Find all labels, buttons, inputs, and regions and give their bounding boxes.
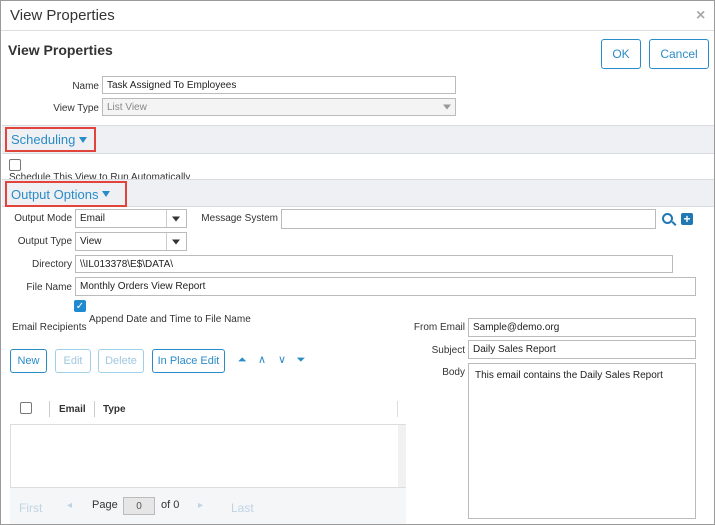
pager-page-input[interactable]: 0 (123, 497, 155, 515)
message-system-field[interactable] (281, 209, 656, 229)
body-textarea[interactable]: This email contains the Daily Sales Repo… (468, 363, 696, 519)
chevron-down-icon (172, 239, 180, 244)
output-options-section-toggle[interactable]: Output Options (5, 181, 127, 207)
schedule-checkbox[interactable] (9, 159, 21, 171)
body-label: Body (442, 367, 465, 378)
file-name-field[interactable]: Monthly Orders View Report (75, 277, 696, 296)
column-header-type[interactable]: Type (103, 404, 126, 415)
delete-button: Delete (98, 349, 144, 373)
plus-icon[interactable]: + (681, 213, 693, 225)
from-email-field[interactable]: Sample@demo.org (468, 318, 696, 337)
pager-page-label: Page (92, 499, 118, 511)
column-header-email[interactable]: Email (59, 404, 86, 415)
pager-of-label: of 0 (161, 499, 180, 511)
in-place-edit-button[interactable]: In Place Edit (152, 349, 225, 373)
name-label: Name (72, 81, 99, 92)
caret-down-icon (102, 191, 111, 197)
view-type-value: List View (107, 101, 147, 113)
output-type-label: Output Type (17, 236, 72, 247)
email-recipients-label: Email Recipients (12, 322, 87, 333)
output-mode-value: Email (80, 213, 106, 224)
directory-field[interactable]: \\IL013378\E$\DATA\ (75, 255, 673, 273)
grid-scrollbar[interactable] (398, 425, 406, 487)
move-up-icon[interactable]: ∧ (255, 353, 269, 366)
edit-button: Edit (55, 349, 91, 373)
output-type-select[interactable]: View (75, 232, 187, 251)
move-top-icon[interactable]: ⏶ (235, 354, 249, 367)
pager-next-icon: ▸ (198, 500, 204, 511)
name-field[interactable]: Task Assigned To Employees (102, 76, 456, 94)
new-button[interactable]: New (10, 349, 47, 373)
output-type-value: View (80, 236, 102, 247)
scheduling-title: Scheduling (11, 132, 76, 147)
select-all-checkbox[interactable] (20, 402, 32, 414)
view-type-select: List View (102, 98, 456, 116)
window-title: View Properties (10, 7, 115, 24)
pager-last: Last (231, 501, 254, 515)
page-title: View Properties (8, 42, 113, 58)
view-type-label: View Type (53, 103, 99, 114)
output-mode-label: Output Mode (14, 213, 72, 224)
search-icon[interactable] (661, 212, 677, 228)
output-mode-select[interactable]: Email (75, 209, 187, 228)
pager-first: First (19, 501, 43, 515)
subject-field[interactable]: Daily Sales Report (468, 340, 696, 359)
caret-down-icon (79, 136, 88, 143)
close-icon[interactable]: × (696, 7, 705, 25)
scheduling-section-toggle[interactable]: Scheduling (5, 127, 96, 152)
schedule-checkbox-label: Schedule This View to Run Automatically (9, 172, 191, 179)
from-email-label: From Email (413, 322, 465, 333)
chevron-down-icon (443, 104, 451, 110)
dialog-window: View Properties × View Properties OK Can… (0, 0, 715, 525)
file-name-label: File Name (26, 282, 72, 293)
subject-label: Subject (431, 345, 465, 356)
pager-prev-icon: ◂ (67, 500, 73, 511)
append-datetime-label: Append Date and Time to File Name (89, 314, 251, 325)
append-datetime-checkbox[interactable]: ✓ (74, 300, 86, 312)
output-options-title: Output Options (11, 186, 99, 202)
directory-label: Directory (31, 259, 72, 270)
scheduling-section-bar (2, 125, 714, 154)
cancel-button[interactable]: Cancel (649, 39, 709, 69)
ok-button[interactable]: OK (601, 39, 641, 69)
move-down-icon[interactable]: ∨ (275, 353, 289, 366)
message-system-label: Message System (201, 213, 278, 224)
chevron-down-icon (172, 216, 180, 221)
move-bottom-icon[interactable]: ⏷ (294, 354, 308, 367)
